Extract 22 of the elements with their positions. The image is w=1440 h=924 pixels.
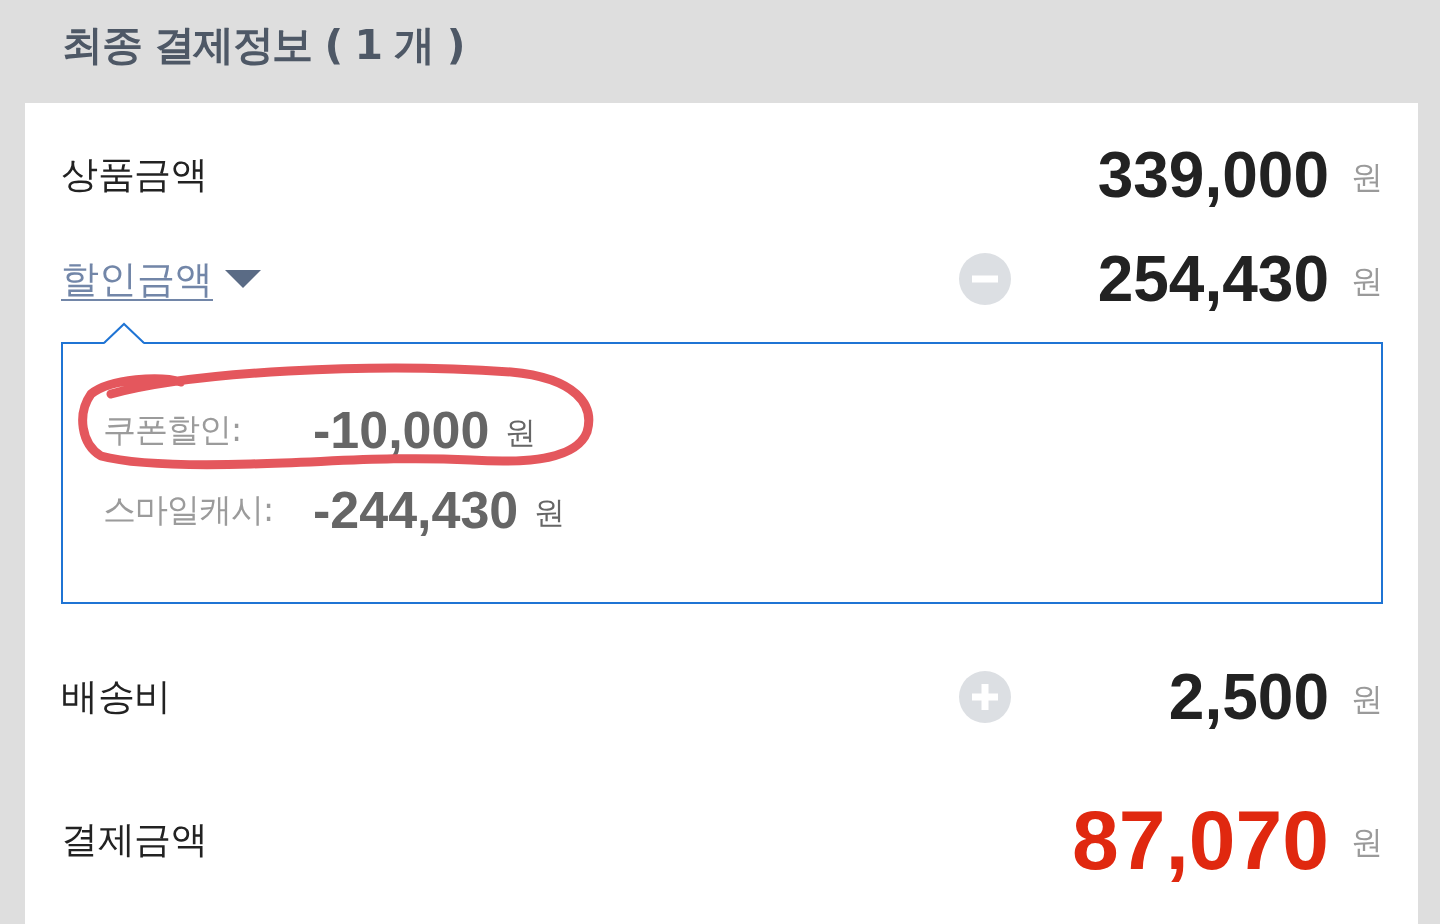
currency-unit: 원 bbox=[1351, 261, 1383, 302]
section-title: 최종 결제정보 ( 1 개 ) bbox=[62, 20, 464, 71]
caret-down-icon bbox=[225, 270, 261, 288]
currency-unit: 원 bbox=[505, 413, 537, 452]
row-label: 배송비 bbox=[61, 674, 171, 720]
currency-unit: 원 bbox=[534, 493, 566, 532]
amount-value: 339,000 bbox=[1097, 143, 1329, 207]
currency-unit: 원 bbox=[1351, 679, 1383, 720]
total-amount: 87,070 bbox=[1072, 798, 1329, 882]
discount-toggle[interactable]: 할인금액 bbox=[61, 253, 261, 305]
detail-label: 쿠폰할인: bbox=[103, 408, 243, 451]
detail-amount: -244,430 bbox=[313, 480, 519, 540]
minus-circle-icon bbox=[959, 253, 1011, 305]
amount-value: 254,430 bbox=[1097, 247, 1329, 311]
amount-value: 2,500 bbox=[1168, 665, 1329, 729]
detail-label: 스마일캐시: bbox=[103, 488, 275, 531]
row-label: 상품금액 bbox=[61, 152, 207, 198]
plus-circle-icon bbox=[959, 671, 1011, 723]
row-label: 결제금액 bbox=[61, 817, 207, 863]
currency-unit: 원 bbox=[1351, 157, 1383, 198]
detail-amount: -10,000 bbox=[313, 400, 490, 460]
currency-unit: 원 bbox=[1351, 822, 1383, 863]
